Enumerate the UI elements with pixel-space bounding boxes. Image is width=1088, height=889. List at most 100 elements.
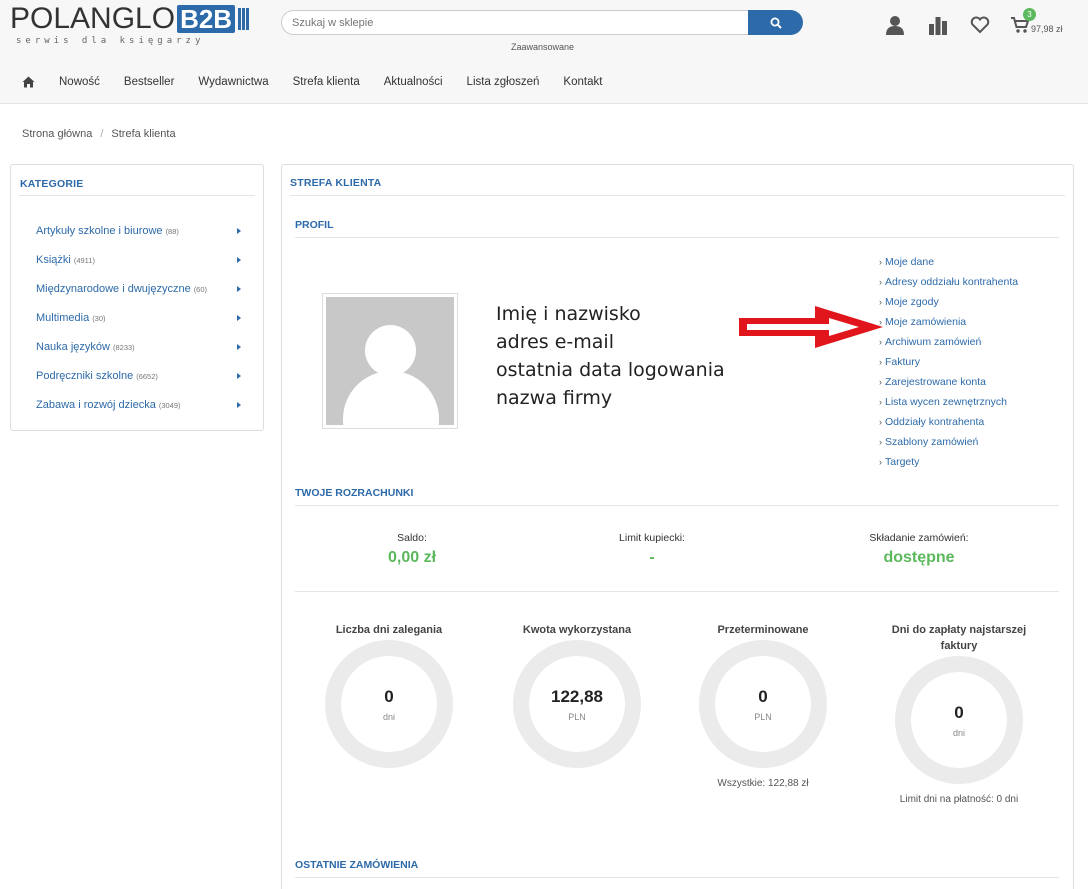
divider <box>295 877 1059 878</box>
category-item[interactable]: Multimedia (30) <box>36 303 241 332</box>
category-item[interactable]: Książki (4911) <box>36 245 241 274</box>
chevron-right-icon: › <box>879 317 882 327</box>
home-icon[interactable] <box>22 76 35 88</box>
divider <box>19 195 255 196</box>
nav-item-kontakt[interactable]: Kontakt <box>563 76 602 88</box>
nav-item-aktualnosci[interactable]: Aktualności <box>384 76 443 88</box>
gauge-ring: 0 dni <box>895 656 1023 784</box>
stat-label: Składanie zamówień: <box>869 532 969 544</box>
search-input[interactable] <box>281 10 748 35</box>
chevron-right-icon: › <box>879 457 882 467</box>
profile-company: nazwa firmy <box>496 387 613 409</box>
breadcrumb-home[interactable]: Strona główna <box>22 128 92 140</box>
link-faktury[interactable]: › Faktury <box>879 356 1018 376</box>
gauge-dni-zalegania: Liczba dni zalegania 0 dni <box>318 622 460 768</box>
logo-books-icon <box>238 8 250 30</box>
profile-name: Imię i nazwisko <box>496 303 641 325</box>
site-logo[interactable]: POLANGLO B2B serwis dla księgarzy <box>10 2 250 46</box>
category-item[interactable]: Międzynarodowe i dwujęzyczne (60) <box>36 274 241 303</box>
advanced-search-link[interactable]: Zaawansowane <box>511 42 574 52</box>
stats-chart-icon[interactable] <box>927 14 949 36</box>
chevron-right-icon: › <box>879 417 882 427</box>
logo-main-text: POLANGLO <box>10 2 176 35</box>
gauge-unit: dni <box>382 711 395 722</box>
chevron-right-icon: › <box>879 357 882 367</box>
category-label: Podręczniki szkolne <box>36 369 134 382</box>
category-item[interactable]: Nauka języków (8233) <box>36 332 241 361</box>
logo-b2b-text: B2B <box>177 5 236 33</box>
nav-item-lista-zgloszen[interactable]: Lista zgłoszeń <box>467 76 540 88</box>
gauge-ring: 0 PLN <box>699 640 827 768</box>
profile-email: adres e-mail <box>496 331 614 353</box>
nav-item-nowosc[interactable]: Nowość <box>59 76 100 88</box>
caret-right-icon[interactable] <box>237 343 241 350</box>
nav-item-wydawnictwa[interactable]: Wydawnictwa <box>198 76 268 88</box>
caret-right-icon[interactable] <box>237 285 241 292</box>
caret-right-icon[interactable] <box>237 401 241 408</box>
caret-right-icon[interactable] <box>237 256 241 263</box>
user-account-icon[interactable] <box>884 14 906 36</box>
search-bar <box>281 10 803 35</box>
link-lista-wycen[interactable]: › Lista wycen zewnętrznych <box>879 396 1018 416</box>
category-count: (88) <box>165 226 179 236</box>
chevron-right-icon: › <box>879 337 882 347</box>
stat-value: - <box>649 549 655 566</box>
link-moje-zgody[interactable]: › Moje zgody <box>879 296 1018 316</box>
gauge-title: Kwota wykorzystana <box>522 624 632 636</box>
link-oddzialy-kontrahenta[interactable]: › Oddziały kontrahenta <box>879 416 1018 436</box>
nav-item-strefa-klienta[interactable]: Strefa klienta <box>293 76 360 88</box>
profile-last-login: ostatnia data logowania <box>496 359 725 381</box>
profile-links: › Moje dane › Adresy oddziału kontrahenta … <box>879 256 1018 476</box>
gauge-ring: 0 dni <box>325 640 453 768</box>
link-szablony-zamowien[interactable]: › Szablony zamówień <box>879 436 1018 456</box>
gauge-kwota-wykorzystana: Kwota wykorzystana 122,88 PLN <box>506 622 648 768</box>
link-moje-dane[interactable]: › Moje dane <box>879 256 1018 276</box>
client-zone-panel: STREFA KLIENTA PROFIL Imię i nazwisko ad… <box>281 164 1074 889</box>
stat-saldo: Saldo: 0,00 zł <box>352 532 472 567</box>
wishlist-heart-icon[interactable] <box>969 14 991 36</box>
gauge-title: Dni do zapłaty najstarszej faktury <box>891 624 1027 652</box>
gauge-note: Wszystkie: 122,88 zł <box>717 778 809 789</box>
link-targety[interactable]: › Targety <box>879 456 1018 476</box>
category-count: (8233) <box>112 342 135 352</box>
caret-right-icon[interactable] <box>237 372 241 379</box>
caret-right-icon[interactable] <box>237 314 241 321</box>
chevron-right-icon: › <box>879 397 882 407</box>
link-zarejestrowane-konta[interactable]: › Zarejestrowane konta <box>879 376 1018 396</box>
category-item[interactable]: Podręczniki szkolne (6652) <box>36 361 241 390</box>
categories-list: Artykuły szkolne i biurowe (88) Książki (4… <box>36 223 241 426</box>
link-moje-zamowienia[interactable]: › Moje zamówienia <box>879 316 1018 336</box>
category-label: Artykuły szkolne i biurowe <box>36 224 163 237</box>
category-count: (60) <box>193 284 208 294</box>
category-label: Multimedia <box>36 311 90 324</box>
logo-tagline: serwis dla księgarzy <box>16 36 205 46</box>
stat-limit-kupiecki: Limit kupiecki: - <box>592 532 712 567</box>
gauge-unit: PLN <box>754 711 772 722</box>
caret-right-icon[interactable] <box>237 227 241 234</box>
gauge-note: Limit dni na płatność: 0 dni <box>899 794 1019 805</box>
avatar <box>322 293 458 429</box>
category-item[interactable]: Artykuły szkolne i biurowe (88) <box>36 216 241 245</box>
gauge-przeterminowane: Przeterminowane 0 PLN Wszystkie: 122,88 … <box>688 622 838 789</box>
gauge-title: Przeterminowane <box>717 624 809 636</box>
settlements-section-title: TWOJE ROZRACHUNKI <box>295 487 414 499</box>
link-adresy-oddzialu[interactable]: › Adresy oddziału kontrahenta <box>879 276 1018 296</box>
divider <box>295 237 1059 238</box>
search-button[interactable] <box>748 10 803 35</box>
category-label: Zabawa i rozwój dziecka <box>36 398 156 411</box>
stat-label: Saldo: <box>397 532 427 544</box>
search-icon <box>770 17 782 29</box>
stat-skladanie-zamowien: Składanie zamówień: dostępne <box>849 532 989 567</box>
nav-item-bestseller[interactable]: Bestseller <box>124 76 175 88</box>
chevron-right-icon: › <box>879 277 882 287</box>
gauge-value: 122,88 <box>551 686 603 706</box>
category-count: (6652) <box>136 371 158 381</box>
link-archiwum-zamowien[interactable]: › Archiwum zamówień <box>879 336 1018 356</box>
category-count: (30) <box>92 313 106 323</box>
chevron-right-icon: › <box>879 257 882 267</box>
gauge-value: 0 <box>384 686 394 706</box>
cart-total[interactable]: 97,98 zł <box>1031 24 1063 34</box>
divider <box>290 195 1065 196</box>
category-label: Książki <box>36 253 71 266</box>
category-item[interactable]: Zabawa i rozwój dziecka (3049) <box>36 390 241 419</box>
